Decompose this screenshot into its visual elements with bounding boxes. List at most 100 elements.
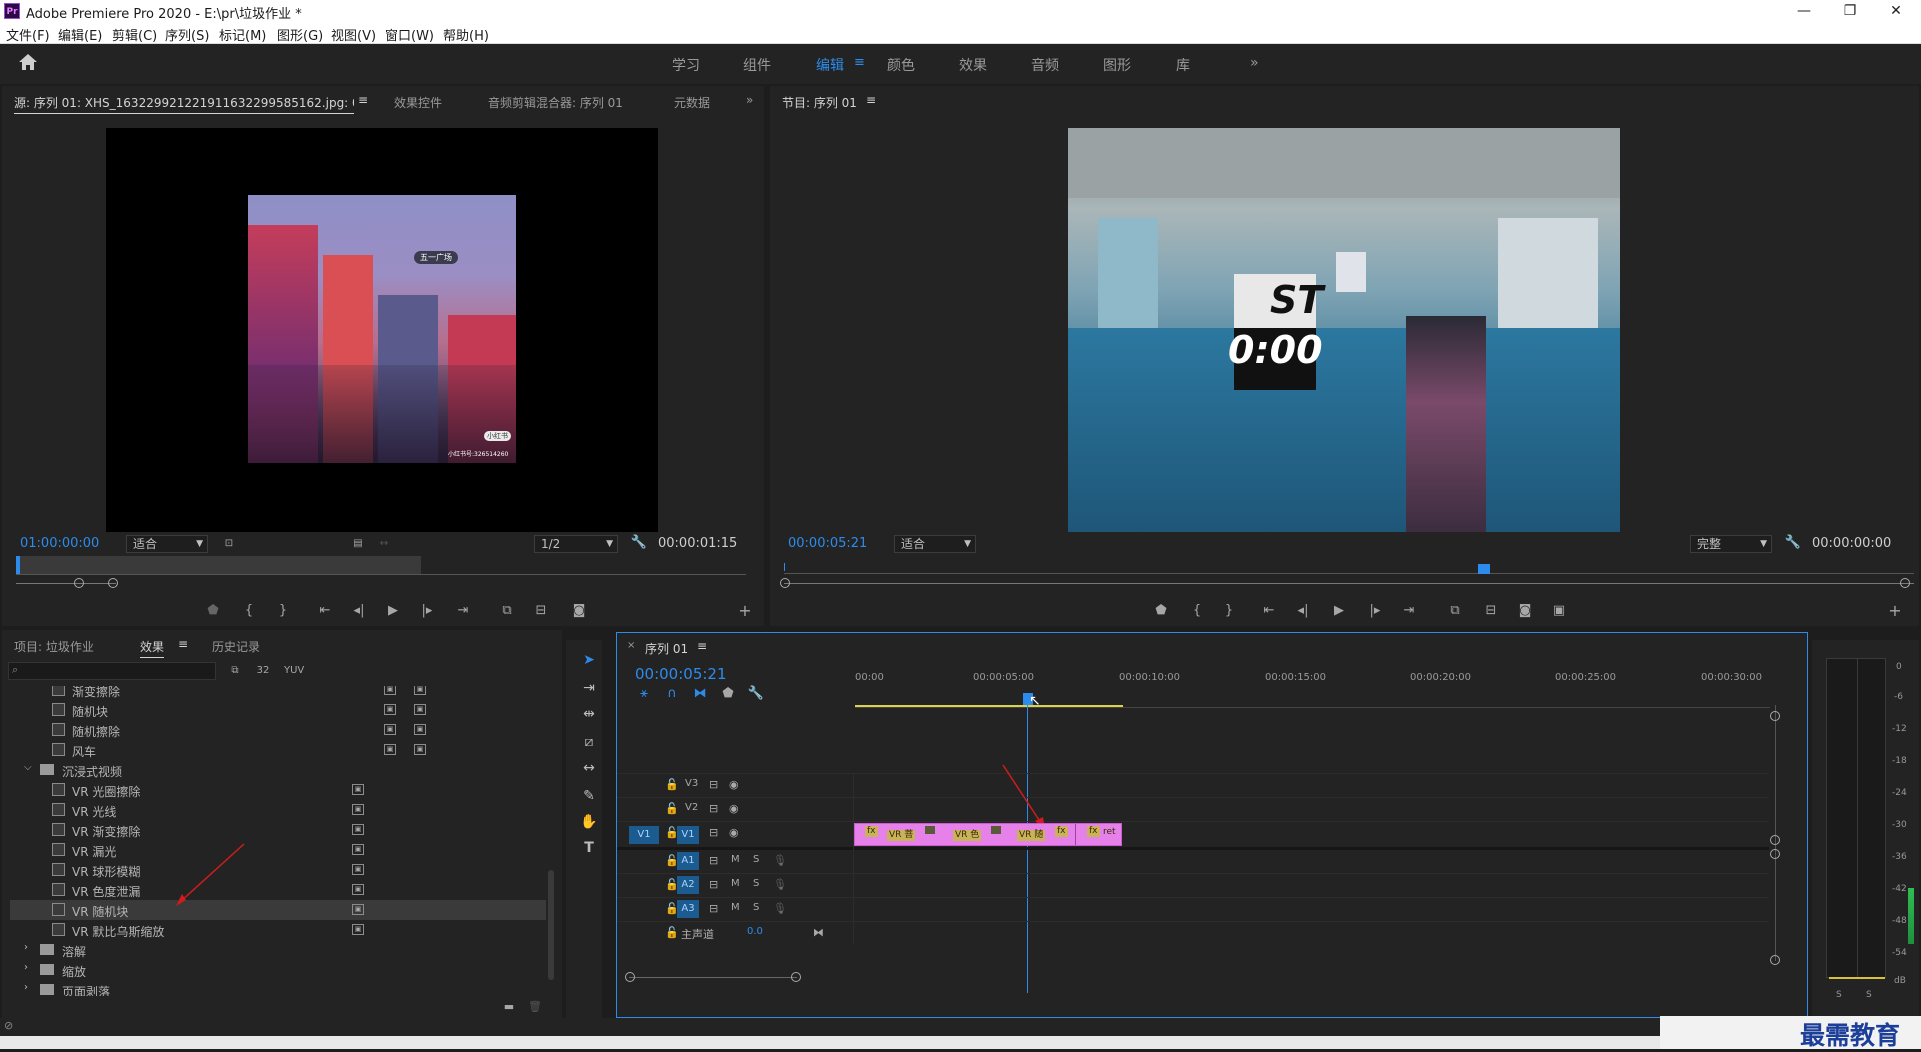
selection-tool-icon[interactable]: ➤ bbox=[580, 652, 598, 670]
restore-button[interactable]: ❐ bbox=[1827, 0, 1873, 22]
effect-item[interactable]: 风车 ▣ ▣ bbox=[10, 740, 546, 760]
program-timecode[interactable]: 00:00:05:21 bbox=[788, 536, 867, 551]
workspace-color[interactable]: 颜色 bbox=[887, 55, 915, 75]
microphone-icon[interactable]: 🎙 bbox=[773, 878, 787, 891]
menu-sequence[interactable]: 序列(S) bbox=[165, 25, 209, 44]
scroll-handle[interactable] bbox=[1770, 835, 1780, 845]
insert-icon[interactable]: ⊡ bbox=[220, 535, 238, 553]
step-forward-icon[interactable]: |▸ bbox=[418, 602, 436, 620]
workspace-audio[interactable]: 音频 bbox=[1031, 55, 1059, 75]
effect-folder[interactable]: ⌵ 沉浸式视频 bbox=[10, 760, 546, 780]
tab-program-menu-icon[interactable]: ≡ bbox=[866, 93, 876, 107]
menu-edit[interactable]: 编辑(E) bbox=[58, 25, 102, 44]
effect-item[interactable]: VR 漏光 ▣ bbox=[10, 840, 546, 860]
accelerated-effects-icon[interactable]: ⧉ bbox=[226, 662, 244, 680]
overwrite-clip-icon[interactable]: ⊟ bbox=[532, 602, 550, 620]
menu-file[interactable]: 文件(F) bbox=[6, 25, 50, 44]
tab-program[interactable]: 节目: 序列 01 bbox=[782, 94, 857, 111]
go-to-in-icon[interactable]: ⇤ bbox=[316, 602, 334, 620]
lock-icon[interactable]: 🔓 bbox=[665, 926, 679, 939]
eye-icon[interactable]: ◉ bbox=[729, 826, 739, 839]
lift-icon[interactable]: ⧉ bbox=[1446, 602, 1464, 620]
workspace-more-button[interactable]: » bbox=[1250, 55, 1259, 71]
effect-folder[interactable]: › 溶解 bbox=[10, 940, 546, 960]
tab-metadata[interactable]: 元数据 bbox=[674, 94, 710, 111]
program-viewer[interactable]: ST 0:00 bbox=[1068, 128, 1620, 532]
go-to-in-icon[interactable]: ⇤ bbox=[1260, 602, 1278, 620]
snap-icon[interactable]: ∩ bbox=[663, 685, 681, 703]
program-quality-dropdown[interactable]: 完整 ▼ bbox=[1690, 535, 1772, 553]
menu-graphics[interactable]: 图形(G) bbox=[277, 25, 323, 44]
solo-icon[interactable]: S bbox=[753, 878, 759, 889]
effect-item[interactable]: VR 色度泄漏 ▣ bbox=[10, 880, 546, 900]
sync-lock-icon[interactable]: ⊟ bbox=[709, 854, 718, 867]
workspace-assembly[interactable]: 组件 bbox=[743, 55, 771, 75]
lock-icon[interactable]: 🔓 bbox=[665, 778, 679, 791]
drag-audio-icon[interactable]: ↔ bbox=[375, 535, 393, 553]
scroll-handle[interactable] bbox=[1770, 711, 1780, 721]
home-icon[interactable] bbox=[18, 53, 38, 74]
razor-tool-icon[interactable]: ⧄ bbox=[580, 734, 598, 752]
effect-item[interactable]: VR 光线 ▣ bbox=[10, 800, 546, 820]
mute-icon[interactable]: M bbox=[731, 854, 740, 865]
effect-folder[interactable]: › 页面剥落 bbox=[10, 980, 546, 996]
scroll-handle[interactable] bbox=[1770, 849, 1780, 859]
workspace-learn[interactable]: 学习 bbox=[672, 55, 700, 75]
slip-tool-icon[interactable]: ↔ bbox=[580, 760, 598, 778]
meter-solo-right[interactable]: S bbox=[1866, 990, 1872, 1000]
effects-scrollbar[interactable] bbox=[548, 870, 554, 980]
step-back-icon[interactable]: ◂| bbox=[350, 602, 368, 620]
workspace-graphics[interactable]: 图形 bbox=[1103, 55, 1131, 75]
menu-marker[interactable]: 标记(M) bbox=[219, 25, 266, 44]
add-marker-icon[interactable]: ⬟ bbox=[719, 685, 737, 703]
mute-icon[interactable]: M bbox=[731, 902, 740, 913]
menu-help[interactable]: 帮助(H) bbox=[443, 25, 489, 44]
wrench-icon[interactable]: 🔧 bbox=[630, 534, 648, 552]
timeline-ruler[interactable]: 00:00 00:00:05:00 00:00:10:00 00:00:15:0… bbox=[855, 663, 1770, 711]
workspace-effects[interactable]: 效果 bbox=[959, 55, 987, 75]
play-icon[interactable]: ▶ bbox=[1330, 602, 1348, 620]
tab-history[interactable]: 历史记录 bbox=[212, 638, 260, 655]
mute-icon[interactable]: M bbox=[731, 878, 740, 889]
effect-folder[interactable]: › 缩放 bbox=[10, 960, 546, 980]
workspace-editing[interactable]: 编辑 bbox=[816, 55, 844, 75]
transition-label[interactable]: VR 色 bbox=[953, 830, 982, 841]
meter-solo-left[interactable]: S bbox=[1836, 990, 1842, 1000]
sync-lock-icon[interactable]: ⊟ bbox=[709, 902, 718, 915]
zoom-handle-right[interactable] bbox=[108, 578, 118, 588]
tab-effects[interactable]: 效果 bbox=[140, 638, 165, 658]
solo-icon[interactable]: S bbox=[753, 902, 759, 913]
scroll-handle[interactable] bbox=[1770, 955, 1780, 965]
source-zoom-bar[interactable] bbox=[16, 583, 116, 584]
eye-icon[interactable]: ◉ bbox=[729, 802, 739, 815]
timeline-settings-icon[interactable]: 🔧 bbox=[747, 685, 765, 703]
effect-item[interactable]: VR 渐变擦除 ▣ bbox=[10, 820, 546, 840]
track-label[interactable]: V2 bbox=[685, 802, 698, 813]
comparison-view-icon[interactable]: ▣ bbox=[1550, 602, 1568, 620]
menu-clip[interactable]: 剪辑(C) bbox=[112, 25, 157, 44]
close-tab-icon[interactable]: × bbox=[627, 640, 635, 651]
new-folder-icon[interactable]: ▬ bbox=[500, 998, 518, 1016]
insert-clip-icon[interactable]: ⧉ bbox=[498, 602, 516, 620]
timeline-vertical-scroll[interactable] bbox=[1775, 705, 1776, 961]
32bit-effects-icon[interactable]: 32 bbox=[254, 662, 272, 680]
timeline-timecode[interactable]: 00:00:05:21 bbox=[635, 665, 727, 683]
add-button-icon[interactable]: + bbox=[1886, 602, 1904, 620]
workspace-menu-icon[interactable]: ≡ bbox=[854, 55, 865, 70]
ripple-edit-tool-icon[interactable]: ⇹ bbox=[580, 706, 598, 724]
zoom-handle-left[interactable] bbox=[625, 972, 635, 982]
program-playhead[interactable] bbox=[1478, 564, 1490, 574]
tab-source-menu-icon[interactable]: ≡ bbox=[358, 93, 368, 107]
tab-sequence[interactable]: 序列 01 bbox=[645, 640, 688, 657]
go-to-out-icon[interactable]: ⇥ bbox=[454, 602, 472, 620]
mark-out-icon[interactable]: } bbox=[1220, 602, 1238, 620]
track-label[interactable]: V3 bbox=[685, 778, 698, 789]
transition-label[interactable]: VR 菩 bbox=[887, 830, 916, 841]
source-viewer[interactable]: 五一广场 小红书 小红书号:326514260 bbox=[106, 128, 658, 532]
linked-selection-icon[interactable]: ⧓ bbox=[691, 685, 709, 703]
track-target-v1[interactable]: V1 bbox=[677, 826, 699, 844]
tab-effect-controls[interactable]: 效果控件 bbox=[394, 94, 442, 111]
zoom-handle-right[interactable] bbox=[1900, 578, 1910, 588]
master-volume-value[interactable]: 0.0 bbox=[747, 926, 763, 937]
zoom-handle-left[interactable] bbox=[74, 578, 84, 588]
